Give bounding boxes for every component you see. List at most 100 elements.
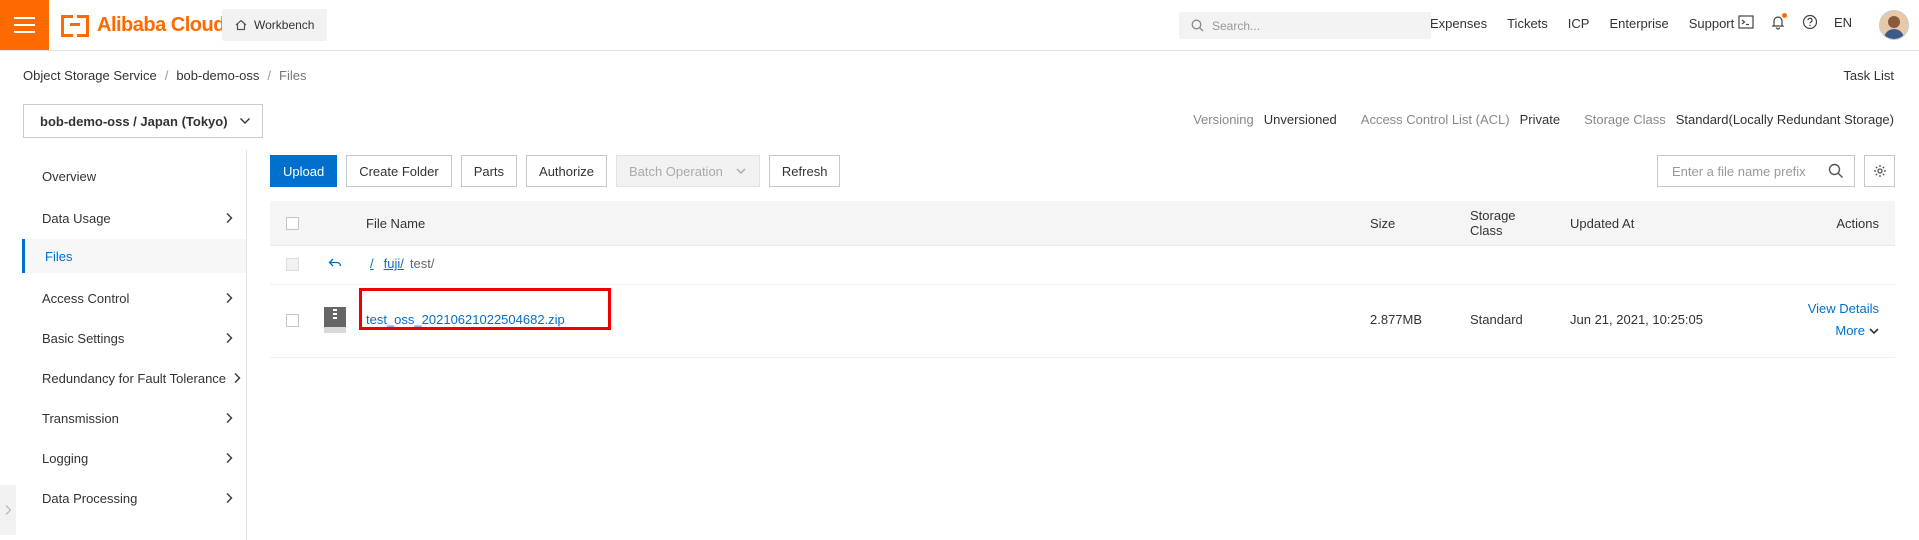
versioning-label: Versioning [1193, 112, 1254, 127]
breadcrumb-separator: / [267, 68, 272, 83]
hamburger-menu-button[interactable] [0, 0, 49, 50]
breadcrumb-oss[interactable]: Object Storage Service [23, 68, 157, 83]
select-all-checkbox[interactable] [286, 216, 299, 230]
row-actions: View Details More [1808, 301, 1879, 338]
column-updated-at: Updated At [1570, 215, 1635, 231]
storage-class-label: Storage Class [1584, 112, 1666, 127]
prefix-placeholder: Enter a file name prefix [1672, 163, 1806, 179]
user-avatar[interactable] [1879, 10, 1909, 40]
file-toolbar: Upload Create Folder Parts Authorize Bat… [270, 155, 841, 187]
nav-link-icp[interactable]: ICP [1568, 16, 1590, 31]
sidebar-item-data-usage[interactable]: Data Usage [22, 201, 246, 235]
alibaba-cloud-logo[interactable]: Alibaba Cloud [61, 12, 225, 38]
breadcrumb-bucket[interactable]: bob-demo-oss [176, 68, 259, 83]
view-details-link[interactable]: View Details [1808, 301, 1879, 316]
chevron-down-icon [736, 168, 746, 174]
chevron-right-icon [226, 293, 233, 303]
logo-text: Alibaba Cloud [97, 13, 225, 36]
header-nav-links: Expenses Tickets ICP Enterprise Support [1430, 16, 1734, 31]
acl-value: Private [1519, 112, 1561, 127]
column-size: Size [1370, 215, 1396, 231]
search-icon[interactable] [1828, 163, 1844, 179]
select-all-cell [286, 201, 299, 245]
path-row-checkbox-cell [286, 258, 299, 271]
sidebar-item-redundancy[interactable]: Redundancy for Fault Tolerance [22, 361, 246, 395]
path-root-link[interactable]: / [370, 256, 374, 271]
sidebar-item-basic-settings[interactable]: Basic Settings [22, 321, 246, 355]
home-icon [235, 19, 247, 31]
back-icon[interactable] [328, 257, 342, 269]
notification-bell-icon[interactable] [1770, 13, 1787, 30]
chevron-right-icon [226, 493, 233, 503]
versioning-value: Unversioned [1263, 112, 1337, 127]
create-folder-button[interactable]: Create Folder [346, 155, 452, 187]
column-actions: Actions [1836, 215, 1879, 231]
sidebar-item-access-control[interactable]: Access Control [22, 281, 246, 315]
authorize-button[interactable]: Authorize [526, 155, 607, 187]
table-header: File Name Size Storage Class Updated At … [270, 201, 1895, 246]
notification-dot [1782, 13, 1787, 18]
batch-operation-dropdown[interactable]: Batch Operation [615, 155, 760, 187]
file-highlight-box [359, 288, 611, 330]
chevron-right-icon [226, 453, 233, 463]
acl-label: Access Control List (ACL) [1360, 112, 1510, 127]
help-icon[interactable] [1802, 14, 1818, 30]
sidebar-item-label: Data Usage [42, 210, 111, 226]
sidebar-item-logging[interactable]: Logging [22, 441, 246, 475]
alibaba-cloud-logo-icon [61, 15, 89, 37]
row-checkbox-cell [286, 314, 299, 327]
chevron-right-icon [5, 505, 12, 515]
sidebar-item-transmission[interactable]: Transmission [22, 401, 246, 435]
task-list-link[interactable]: Task List [1843, 68, 1894, 83]
path-folder-link[interactable]: fuji/ [384, 256, 404, 271]
chevron-right-icon [226, 333, 233, 343]
chevron-down-icon [240, 118, 250, 124]
global-search-input[interactable]: Search... [1179, 12, 1431, 39]
sidebar-collapse-tab[interactable] [0, 485, 16, 535]
parts-button[interactable]: Parts [460, 155, 518, 187]
language-switch[interactable]: EN [1834, 15, 1852, 30]
path-row-checkbox [286, 258, 299, 271]
breadcrumb-files: Files [279, 68, 307, 83]
header-icon-group: EN [1738, 13, 1852, 30]
search-icon [1191, 19, 1204, 32]
chevron-right-icon [226, 213, 233, 223]
file-prefix-search-input[interactable]: Enter a file name prefix [1657, 155, 1855, 187]
bucket-selector[interactable]: bob-demo-oss / Japan (Tokyo) [23, 104, 263, 138]
nav-link-tickets[interactable]: Tickets [1507, 16, 1548, 31]
sidebar-item-label: Access Control [42, 290, 130, 306]
sidebar-item-files[interactable]: Files [22, 239, 246, 273]
gear-icon [1873, 165, 1886, 177]
cloud-shell-icon[interactable] [1738, 15, 1754, 29]
workbench-button[interactable]: Workbench [222, 9, 328, 41]
file-storage-class: Standard [1470, 312, 1523, 327]
sidebar-item-label: Files [45, 248, 73, 264]
bucket-meta: Versioning Unversioned Access Control Li… [1193, 112, 1894, 127]
top-navigation-bar: Alibaba Cloud Workbench Search... Expens… [0, 0, 1919, 51]
file-updated-at: Jun 21, 2021, 10:25:05 [1570, 312, 1704, 327]
sidebar-nav: Overview Data Usage Files Access Control… [22, 150, 247, 540]
nav-link-enterprise[interactable]: Enterprise [1609, 16, 1668, 31]
table-settings-button[interactable] [1864, 155, 1895, 187]
nav-link-support[interactable]: Support [1689, 16, 1735, 31]
upload-button[interactable]: Upload [270, 155, 338, 187]
sidebar-item-label: Transmission [42, 410, 119, 426]
file-table: File Name Size Storage Class Updated At … [270, 201, 1895, 358]
column-file-name: File Name [366, 215, 426, 231]
nav-link-expenses[interactable]: Expenses [1430, 16, 1487, 31]
chevron-right-icon [226, 413, 233, 423]
more-actions-dropdown[interactable]: More [1835, 323, 1880, 338]
row-checkbox[interactable] [286, 314, 299, 327]
refresh-button[interactable]: Refresh [768, 155, 841, 187]
storage-class-value: Standard(Locally Redundant Storage) [1675, 112, 1894, 127]
file-size: 2.877MB [1370, 312, 1423, 327]
path-current: test/ [409, 256, 435, 271]
zip-file-icon [324, 307, 346, 333]
breadcrumb: Object Storage Service / bob-demo-oss / … [23, 68, 307, 83]
sidebar-item-label: Data Processing [42, 490, 138, 506]
sidebar-item-overview[interactable]: Overview [22, 159, 246, 193]
sidebar-item-data-processing[interactable]: Data Processing [22, 481, 246, 515]
batch-operation-label: Batch Operation [628, 163, 723, 179]
sidebar-item-label: Basic Settings [42, 330, 125, 346]
column-storage-class: Storage Class [1470, 208, 1516, 238]
